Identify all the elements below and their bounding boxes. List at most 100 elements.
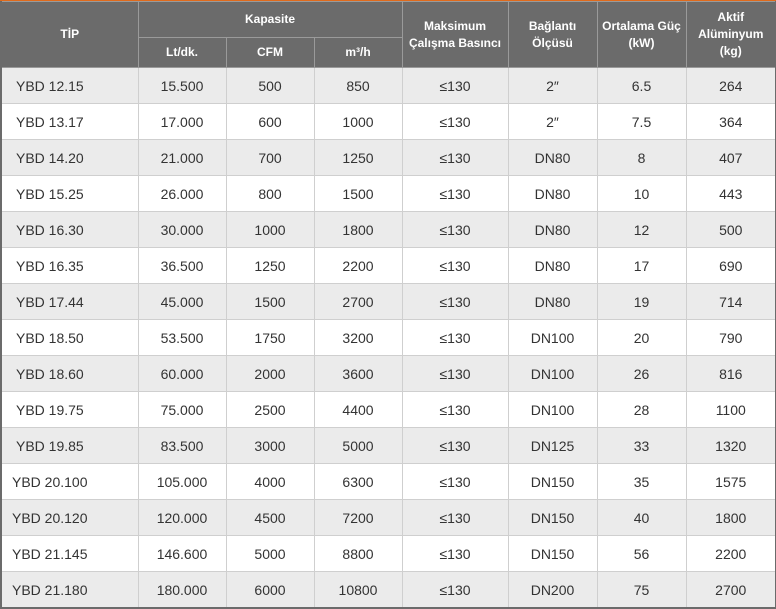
table-row: YBD 12.15 15.500 500 850 ≤130 2″ 6.5 264: [0, 67, 776, 104]
cell-aluminyum: 1575: [685, 463, 776, 500]
cell-baglanti: DN100: [507, 355, 598, 392]
cell-guc: 26: [596, 355, 687, 392]
cell-guc: 7.5: [596, 103, 687, 140]
cell-m3h: 3600: [313, 355, 403, 392]
cell-m3h: 1000: [313, 103, 403, 140]
cell-tip: YBD 21.145: [0, 535, 139, 572]
cell-basinc: ≤130: [401, 283, 509, 320]
cell-lt-dk: 75.000: [137, 391, 227, 428]
cell-cfm: 6000: [225, 571, 315, 609]
cell-aluminyum: 407: [685, 139, 776, 176]
cell-basinc: ≤130: [401, 67, 509, 104]
cell-tip: YBD 18.50: [0, 319, 139, 356]
cell-guc: 35: [596, 463, 687, 500]
cell-aluminyum: 1320: [685, 427, 776, 464]
cell-tip: YBD 13.17: [0, 103, 139, 140]
cell-lt-dk: 17.000: [137, 103, 227, 140]
cell-aluminyum: 500: [685, 211, 776, 248]
cell-basinc: ≤130: [401, 499, 509, 536]
cell-tip: YBD 21.180: [0, 571, 139, 609]
header-aktif-aluminyum: Aktif Alüminyum (kg): [685, 1, 776, 68]
table-row: YBD 19.75 75.000 2500 4400 ≤130 DN100 28 1100: [0, 391, 776, 428]
cell-basinc: ≤130: [401, 103, 509, 140]
header-kapasite: Kapasite: [137, 1, 403, 38]
table-row: YBD 21.180 180.000 6000 10800 ≤130 DN200 75 270…: [0, 571, 776, 609]
header-tip: TİP: [0, 1, 139, 68]
cell-lt-dk: 36.500: [137, 247, 227, 284]
table-row: YBD 19.85 83.500 3000 5000 ≤130 DN125 33 1320: [0, 427, 776, 464]
cell-cfm: 5000: [225, 535, 315, 572]
cell-aluminyum: 790: [685, 319, 776, 356]
cell-m3h: 6300: [313, 463, 403, 500]
cell-guc: 20: [596, 319, 687, 356]
table-row: YBD 13.17 17.000 600 1000 ≤130 2″ 7.5 364: [0, 103, 776, 140]
cell-cfm: 4000: [225, 463, 315, 500]
cell-guc: 56: [596, 535, 687, 572]
cell-m3h: 5000: [313, 427, 403, 464]
cell-cfm: 700: [225, 139, 315, 176]
cell-tip: YBD 17.44: [0, 283, 139, 320]
cell-lt-dk: 15.500: [137, 67, 227, 104]
cell-baglanti: DN125: [507, 427, 598, 464]
cell-guc: 28: [596, 391, 687, 428]
cell-cfm: 3000: [225, 427, 315, 464]
cell-m3h: 1250: [313, 139, 403, 176]
cell-cfm: 500: [225, 67, 315, 104]
cell-m3h: 4400: [313, 391, 403, 428]
cell-m3h: 8800: [313, 535, 403, 572]
cell-aluminyum: 2700: [685, 571, 776, 609]
table-row: YBD 21.145 146.600 5000 8800 ≤130 DN150 56 2200: [0, 535, 776, 572]
cell-cfm: 600: [225, 103, 315, 140]
cell-tip: YBD 20.100: [0, 463, 139, 500]
cell-guc: 40: [596, 499, 687, 536]
cell-guc: 19: [596, 283, 687, 320]
cell-guc: 12: [596, 211, 687, 248]
cell-guc: 10: [596, 175, 687, 212]
cell-tip: YBD 12.15: [0, 67, 139, 104]
cell-basinc: ≤130: [401, 319, 509, 356]
cell-tip: YBD 19.75: [0, 391, 139, 428]
cell-tip: YBD 20.120: [0, 499, 139, 536]
cell-lt-dk: 83.500: [137, 427, 227, 464]
cell-baglanti: DN150: [507, 463, 598, 500]
cell-m3h: 7200: [313, 499, 403, 536]
cell-cfm: 1750: [225, 319, 315, 356]
cell-m3h: 1800: [313, 211, 403, 248]
cell-lt-dk: 120.000: [137, 499, 227, 536]
header-cfm: CFM: [225, 37, 315, 68]
cell-basinc: ≤130: [401, 427, 509, 464]
cell-baglanti: 2″: [507, 67, 598, 104]
cell-basinc: ≤130: [401, 571, 509, 609]
cell-m3h: 850: [313, 67, 403, 104]
cell-guc: 17: [596, 247, 687, 284]
cell-cfm: 1250: [225, 247, 315, 284]
cell-m3h: 1500: [313, 175, 403, 212]
cell-m3h: 3200: [313, 319, 403, 356]
header-maksimum-basinc: Maksimum Çalışma Basıncı: [401, 1, 509, 68]
cell-basinc: ≤130: [401, 211, 509, 248]
table-row: YBD 18.50 53.500 1750 3200 ≤130 DN100 20 790: [0, 319, 776, 356]
cell-baglanti: DN80: [507, 211, 598, 248]
cell-baglanti: DN100: [507, 319, 598, 356]
cell-lt-dk: 21.000: [137, 139, 227, 176]
cell-guc: 75: [596, 571, 687, 609]
cell-lt-dk: 180.000: [137, 571, 227, 609]
table-row: YBD 14.20 21.000 700 1250 ≤130 DN80 8 407: [0, 139, 776, 176]
table-row: YBD 16.30 30.000 1000 1800 ≤130 DN80 12 500: [0, 211, 776, 248]
cell-baglanti: DN80: [507, 247, 598, 284]
cell-tip: YBD 16.35: [0, 247, 139, 284]
cell-lt-dk: 105.000: [137, 463, 227, 500]
cell-tip: YBD 15.25: [0, 175, 139, 212]
cell-guc: 6.5: [596, 67, 687, 104]
cell-lt-dk: 60.000: [137, 355, 227, 392]
cell-basinc: ≤130: [401, 391, 509, 428]
cell-cfm: 1000: [225, 211, 315, 248]
table-row: YBD 15.25 26.000 800 1500 ≤130 DN80 10 443: [0, 175, 776, 212]
cell-baglanti: DN100: [507, 391, 598, 428]
header-m3h: m³/h: [313, 37, 403, 68]
cell-aluminyum: 816: [685, 355, 776, 392]
table-row: YBD 18.60 60.000 2000 3600 ≤130 DN100 26 816: [0, 355, 776, 392]
cell-aluminyum: 443: [685, 175, 776, 212]
cell-baglanti: DN80: [507, 283, 598, 320]
cell-m3h: 10800: [313, 571, 403, 609]
